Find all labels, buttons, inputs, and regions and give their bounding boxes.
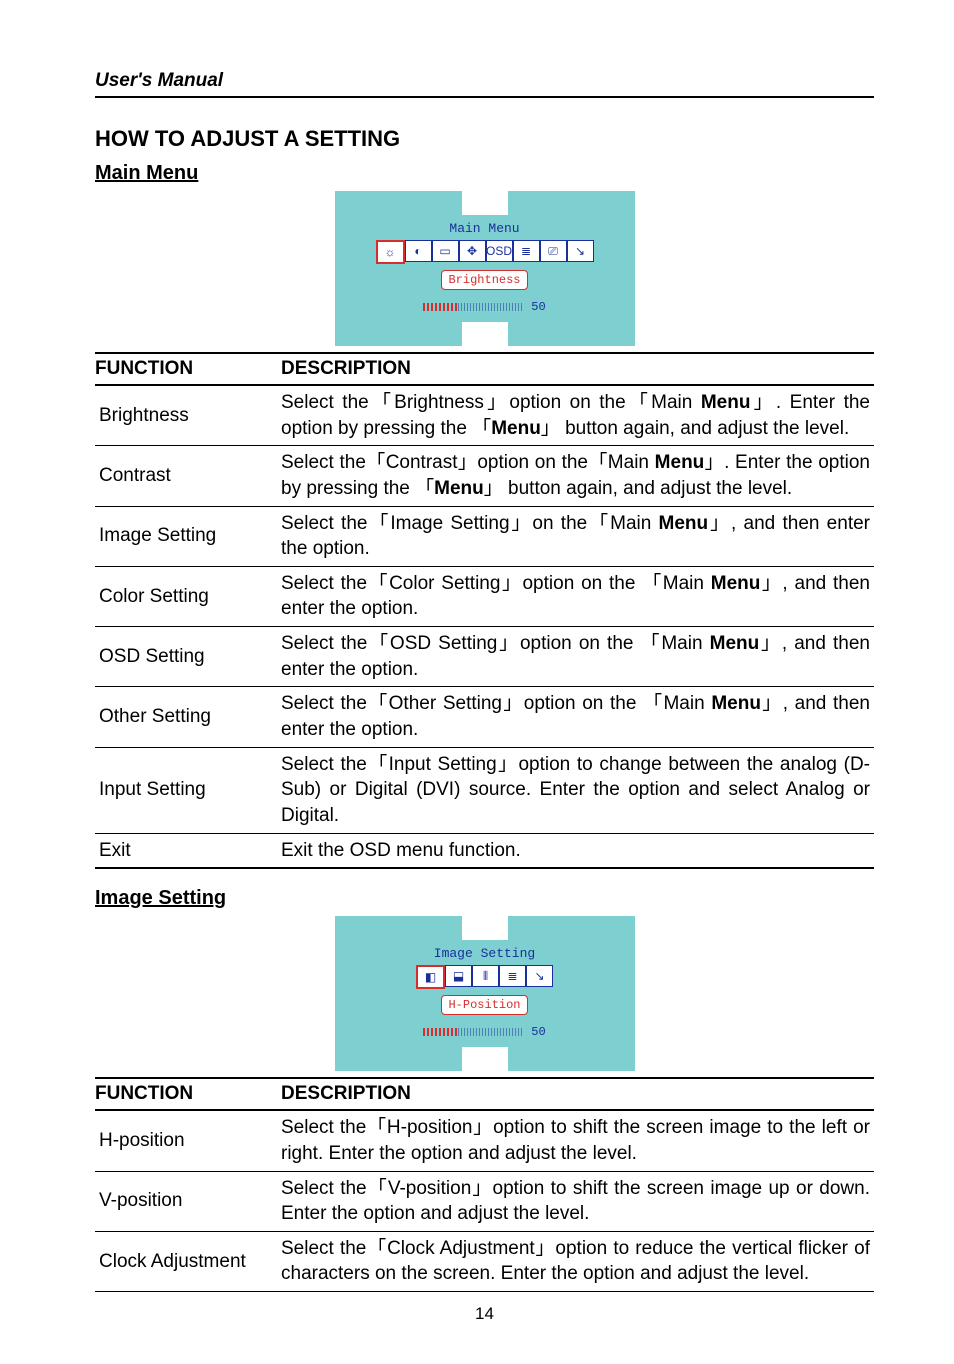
table-row: V-position	[95, 1171, 281, 1231]
osd-main-icons: ☼ ◐ ▭ ✥ OSD ≣ ⎚ ↘	[347, 240, 623, 264]
col-function: FUNCTION	[95, 353, 281, 385]
col-description: DESCRIPTION	[281, 353, 874, 385]
table-row: Other Setting	[95, 687, 281, 747]
osd-main-menu: Main Menu ☼ ◐ ▭ ✥ OSD ≣ ⎚ ↘ Brightness 5…	[335, 191, 635, 346]
osd-image-setting: Image Setting ◧ ⬓ ⫴ ≣ ↘ H-Position 50	[335, 916, 635, 1071]
table-row: Clock Adjustment	[95, 1231, 281, 1291]
table-row: Select the「Brightness」option on the「Main…	[281, 385, 874, 446]
osd-image-value: 50	[531, 1025, 545, 1039]
other-setting-icon: ≣	[513, 240, 540, 262]
table-row: Select the「Color Setting」option on the 「…	[281, 566, 874, 626]
exit-icon: ↘	[526, 965, 553, 987]
image-setting-table: FUNCTION DESCRIPTION H-positionSelect th…	[95, 1077, 874, 1292]
table-row: Contrast	[95, 446, 281, 506]
input-setting-icon: ⎚	[540, 240, 567, 262]
clock-icon: ⫴	[472, 965, 499, 987]
osd-main-selected-label: Brightness	[441, 270, 527, 290]
table-row: Select the「OSD Setting」option on the 「Ma…	[281, 627, 874, 687]
image-setting-heading: Image Setting	[95, 887, 874, 910]
table-row: Select the「H-position」option to shift th…	[281, 1110, 874, 1171]
h-position-icon: ◧	[416, 965, 445, 989]
col-function: FUNCTION	[95, 1078, 281, 1110]
osd-setting-icon: OSD	[486, 240, 513, 262]
title-rule	[95, 96, 874, 98]
osd-main-value: 50	[531, 300, 545, 314]
table-row: H-position	[95, 1110, 281, 1171]
table-row: Select the「Input Setting」option to chang…	[281, 747, 874, 833]
col-description: DESCRIPTION	[281, 1078, 874, 1110]
table-row: Select the「Clock Adjustment」option to re…	[281, 1231, 874, 1291]
osd-image-icons: ◧ ⬓ ⫴ ≣ ↘	[347, 965, 623, 989]
table-row: OSD Setting	[95, 627, 281, 687]
phase-icon: ≣	[499, 965, 526, 987]
table-row: Exit the OSD menu function.	[281, 833, 874, 868]
table-row: Select the「Contrast」option on the「Main M…	[281, 446, 874, 506]
brightness-icon: ☼	[376, 240, 405, 264]
table-row: Brightness	[95, 385, 281, 446]
image-setting-icon: ▭	[432, 240, 459, 262]
osd-image-selected-label: H-Position	[441, 995, 527, 1015]
table-row: Image Setting	[95, 506, 281, 566]
table-row: Color Setting	[95, 566, 281, 626]
contrast-icon: ◐	[405, 240, 432, 262]
table-row: Select the「Image Setting」on the「Main Men…	[281, 506, 874, 566]
table-row: Select the「V-position」option to shift th…	[281, 1171, 874, 1231]
v-position-icon: ⬓	[445, 965, 472, 987]
osd-main-slider	[423, 303, 523, 311]
osd-image-slider	[423, 1028, 523, 1036]
table-row: Input Setting	[95, 747, 281, 833]
table-row: Exit	[95, 833, 281, 868]
main-menu-table: FUNCTION DESCRIPTION BrightnessSelect th…	[95, 352, 874, 869]
page-number: 14	[95, 1304, 874, 1324]
color-setting-icon: ✥	[459, 240, 486, 262]
exit-icon: ↘	[567, 240, 594, 262]
section-title: HOW TO ADJUST A SETTING	[95, 126, 874, 152]
doc-title: User's Manual	[95, 70, 874, 92]
table-row: Select the「Other Setting」option on the 「…	[281, 687, 874, 747]
osd-main-title: Main Menu	[347, 221, 623, 236]
osd-image-title: Image Setting	[347, 946, 623, 961]
main-menu-heading: Main Menu	[95, 162, 874, 185]
